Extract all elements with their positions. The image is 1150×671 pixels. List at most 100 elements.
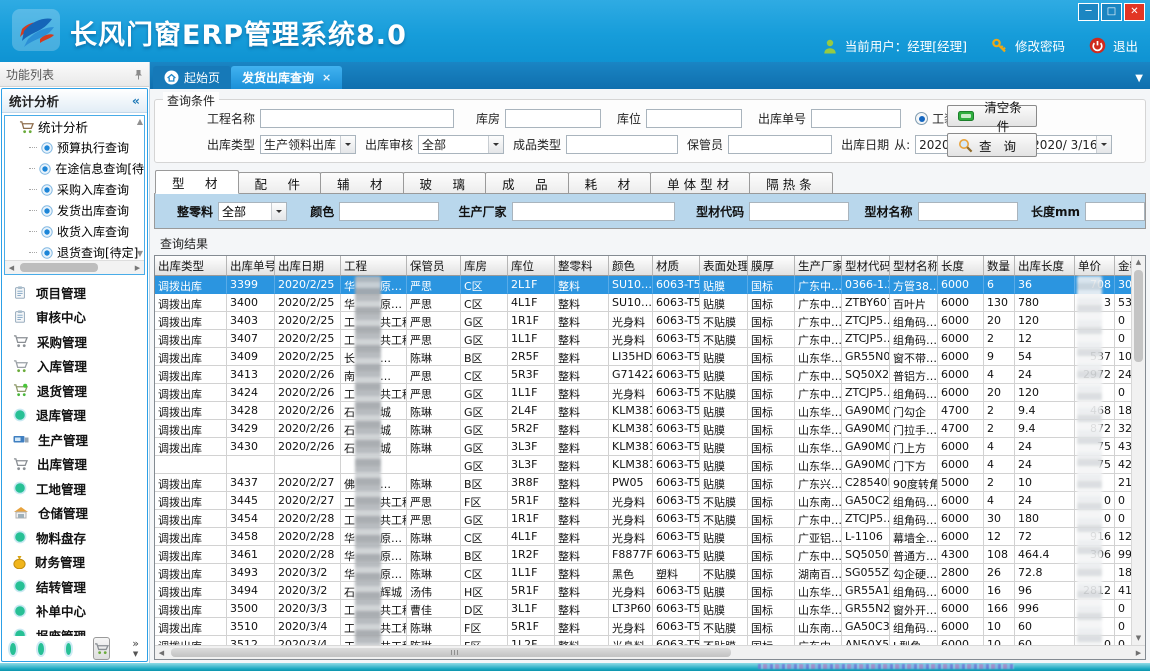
sidebar-item-6[interactable]: 生产管理 — [2, 427, 147, 452]
table-row-9[interactable]: 调拨出库34302020/2/26石城陈琳G区3L3F整料KLM38176063… — [155, 438, 1131, 456]
factory-input[interactable] — [512, 202, 676, 221]
material-tab-0[interactable]: 型 材 — [155, 170, 239, 194]
tree-hscrollbar[interactable]: ◀ ▶ — [5, 260, 144, 274]
vertical-scrollbar[interactable]: ▲ ▼ — [1131, 256, 1145, 645]
green-dot-icon[interactable] — [66, 643, 72, 655]
column-header-4[interactable]: 保管员 — [407, 256, 461, 276]
change-password-link[interactable]: 修改密码 — [1015, 36, 1065, 55]
minimize-button[interactable]: ─ — [1078, 3, 1099, 21]
table-row-19[interactable]: 调拨出库35102020/3/4工共工程陈琳F区5R1F整料光身料6063-T5… — [155, 618, 1131, 636]
tree-scroll-up-icon[interactable]: ▲ — [137, 118, 143, 126]
tree-item-1[interactable]: 在途信息查询[待 — [5, 158, 144, 179]
audit-select[interactable]: 全部 — [418, 135, 504, 154]
location-input[interactable] — [646, 109, 742, 128]
column-header-0[interactable]: 出库类型 — [155, 256, 227, 276]
table-row-5[interactable]: 调拨出库34132020/2/26南…严思C区5R3F整料G714226063-… — [155, 366, 1131, 384]
column-header-6[interactable]: 库位 — [508, 256, 555, 276]
column-header-19[interactable]: 金额 — [1115, 256, 1131, 276]
scroll-down-icon[interactable]: ▼ — [1136, 632, 1141, 645]
table-row-6[interactable]: 调拨出库34242020/2/26工共工程严思G区1L1F整料光身料6063-T… — [155, 384, 1131, 402]
sidebar-item-9[interactable]: 仓储管理 — [2, 501, 147, 526]
scroll-left-icon[interactable]: ◀ — [5, 264, 18, 272]
table-row-0[interactable]: 调拨出库33992020/2/25华原…严思C区2L1F整料SU10…6063-… — [155, 276, 1131, 294]
hscroll-thumb[interactable] — [171, 648, 731, 657]
product-type-input[interactable] — [566, 135, 678, 154]
table-row-12[interactable]: 调拨出库34452020/2/27工共工程严思F区5R1F整料光身料6063-T… — [155, 492, 1131, 510]
table-row-8[interactable]: 调拨出库34292020/2/26石城陈琳G区5R2F整料KLM38176063… — [155, 420, 1131, 438]
column-header-3[interactable]: 工程 — [341, 256, 407, 276]
material-tab-3[interactable]: 玻 璃 — [403, 172, 487, 194]
project-name-input[interactable] — [260, 109, 454, 128]
keeper-input[interactable] — [728, 135, 832, 154]
sidebar-item-14[interactable]: 报废管理 — [2, 623, 147, 636]
order-no-input[interactable] — [811, 109, 901, 128]
scroll-right-icon[interactable]: ▶ — [1132, 649, 1145, 657]
tree-item-3[interactable]: 发货出库查询 — [5, 200, 144, 221]
scroll-left-icon[interactable]: ◀ — [155, 649, 168, 657]
column-header-12[interactable]: 生产厂家 — [795, 256, 842, 276]
column-header-2[interactable]: 出库日期 — [275, 256, 341, 276]
sidebar-item-5[interactable]: 退库管理 — [2, 403, 147, 428]
sidebar-item-10[interactable]: 物料盘存 — [2, 525, 147, 550]
scroll-right-icon[interactable]: ▶ — [131, 264, 144, 272]
logout-link[interactable]: 退出 — [1113, 36, 1138, 55]
sidebar-item-11[interactable]: 财务管理 — [2, 550, 147, 575]
sidebar-item-1[interactable]: 审核中心 — [2, 305, 147, 330]
table-row-4[interactable]: 调拨出库34092020/2/25长…陈琳B区2R5F整料LI35HD6063-… — [155, 348, 1131, 366]
material-tab-6[interactable]: 单体型材 — [650, 172, 750, 194]
tree-root-statistics[interactable]: 统计分析 — [5, 116, 144, 137]
sidebar-item-0[interactable]: 项目管理 — [2, 280, 147, 305]
table-row-2[interactable]: 调拨出库34032020/2/25工共工程严思G区1R1F整料光身料6063-T… — [155, 312, 1131, 330]
color-input[interactable] — [339, 202, 439, 221]
column-header-16[interactable]: 数量 — [984, 256, 1015, 276]
tree-scroll-down-icon[interactable]: ▼ — [137, 250, 143, 258]
outbound-type-select[interactable]: 生产领料出库 — [260, 135, 356, 154]
table-row-20[interactable]: 调拨出库35122020/3/4工共工程陈琳F区1L2F整料光身料6063-T5… — [155, 636, 1131, 645]
column-header-17[interactable]: 出库长度 — [1015, 256, 1075, 276]
table-row-18[interactable]: 调拨出库35002020/3/3工共工程曹佳D区3L1F整料LT3P606063… — [155, 600, 1131, 618]
maximize-button[interactable]: □ — [1101, 3, 1122, 21]
tab-close-icon[interactable]: × — [322, 71, 331, 84]
table-row-3[interactable]: 调拨出库34072020/2/25工共工程严思G区1L1F整料光身料6063-T… — [155, 330, 1131, 348]
column-header-13[interactable]: 型材代码 — [842, 256, 890, 276]
sidebar-item-13[interactable]: 补单中心 — [2, 599, 147, 624]
table-row-10[interactable]: G区3L3F整料KLM38176063-T5贴膜国标山东华…GA90M09.门下… — [155, 456, 1131, 474]
column-header-9[interactable]: 材质 — [653, 256, 700, 276]
column-header-7[interactable]: 整零料 — [555, 256, 609, 276]
vscroll-thumb[interactable] — [1134, 270, 1143, 362]
collapse-button[interactable]: « — [132, 93, 140, 108]
green-dot-icon[interactable] — [38, 643, 44, 655]
warehouse-input[interactable] — [505, 109, 601, 128]
sidebar-item-4[interactable]: 退货管理 — [2, 378, 147, 403]
column-header-14[interactable]: 型材名称 — [890, 256, 938, 276]
clear-conditions-button[interactable]: 清空条件 — [947, 105, 1037, 127]
column-header-15[interactable]: 长度 — [938, 256, 984, 276]
tabstrip-dropdown-icon[interactable]: ▼ — [1135, 73, 1143, 84]
sidebar-item-2[interactable]: 采购管理 — [2, 329, 147, 354]
material-tab-1[interactable]: 配 件 — [238, 172, 322, 194]
sidebar-item-12[interactable]: 结转管理 — [2, 574, 147, 599]
tab-shipment-outbound-query[interactable]: 发货出库查询 × — [231, 66, 342, 89]
sidebar-item-3[interactable]: 入库管理 — [2, 354, 147, 379]
table-row-7[interactable]: 调拨出库34282020/2/26石城陈琳G区2L4F整料KLM38176063… — [155, 402, 1131, 420]
date-to-picker[interactable]: 2020/ 3/16 — [1028, 135, 1112, 154]
column-header-10[interactable]: 表面处理 — [700, 256, 748, 276]
cart-toolbar-button[interactable] — [93, 637, 110, 660]
column-header-1[interactable]: 出库单号 — [227, 256, 275, 276]
column-header-11[interactable]: 膜厚 — [748, 256, 795, 276]
tree-item-2[interactable]: 采购入库查询 — [5, 179, 144, 200]
pin-icon[interactable] — [134, 69, 143, 80]
profile-name-input[interactable] — [918, 202, 1018, 221]
table-row-1[interactable]: 调拨出库34002020/2/25华原…严思C区4L1F整料SU10…6063-… — [155, 294, 1131, 312]
material-tab-7[interactable]: 隔热条 — [749, 172, 833, 194]
column-header-8[interactable]: 颜色 — [609, 256, 653, 276]
table-row-13[interactable]: 调拨出库34542020/2/28工共工程严思G区1R1F整料光身料6063-T… — [155, 510, 1131, 528]
column-header-5[interactable]: 库房 — [461, 256, 508, 276]
table-row-17[interactable]: 调拨出库34942020/3/2石辉城汤伟H区5R1F整料光身料6063-T5贴… — [155, 582, 1131, 600]
tree-item-4[interactable]: 收货入库查询 — [5, 221, 144, 242]
table-row-16[interactable]: 调拨出库34932020/3/2华原…陈琳C区1L1F整料黑色塑料不贴膜国标湖南… — [155, 564, 1131, 582]
table-row-14[interactable]: 调拨出库34582020/2/28华原…陈琳C区4L1F整料光身料6063-T5… — [155, 528, 1131, 546]
column-header-18[interactable]: 单价 — [1075, 256, 1115, 276]
sidebar-item-7[interactable]: 出库管理 — [2, 452, 147, 477]
whole-piece-select[interactable]: 全部 — [218, 202, 287, 221]
